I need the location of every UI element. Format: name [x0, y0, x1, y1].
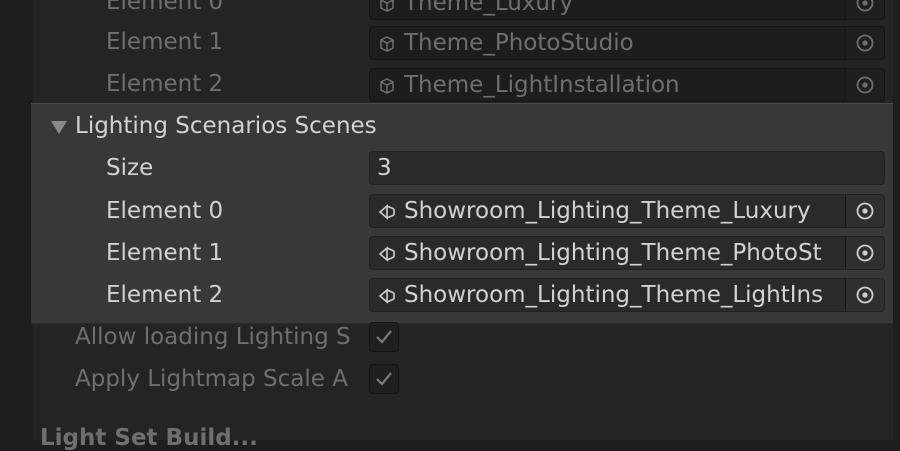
cube-icon: [380, 0, 394, 12]
target-icon: [856, 0, 874, 12]
checkmark-icon: [376, 330, 392, 344]
apply-lightmap-label: Apply Lightmap Scale A: [75, 366, 348, 392]
target-icon: [856, 76, 874, 94]
foldout-arrow-icon[interactable]: [50, 119, 68, 135]
scene-element-1-field[interactable]: Theme_PhotoStudio: [369, 26, 885, 60]
scene-element-2-value: Theme_LightInstallation: [404, 72, 680, 98]
scene-element-0-label: Element 0: [106, 0, 224, 15]
scene-element-0-value: Theme_Luxury: [404, 0, 574, 16]
object-picker-button[interactable]: [845, 237, 884, 269]
unity-scene-icon: [378, 246, 395, 262]
size-input[interactable]: 3: [369, 151, 885, 185]
size-label: Size: [106, 155, 154, 181]
allow-loading-checkbox[interactable]: [369, 322, 399, 352]
object-picker-button[interactable]: [845, 0, 884, 19]
next-section-header[interactable]: Light Set Build...: [40, 425, 258, 451]
lighting-element-1-value: Showroom_Lighting_Theme_PhotoSt: [404, 240, 822, 266]
target-icon: [856, 34, 874, 52]
lighting-element-2-value: Showroom_Lighting_Theme_LightIns: [404, 282, 824, 308]
lighting-element-0-label: Element 0: [106, 198, 224, 224]
target-icon: [856, 286, 874, 304]
allow-loading-label: Allow loading Lighting S: [75, 324, 351, 350]
scene-element-2-field[interactable]: Theme_LightInstallation: [369, 68, 885, 102]
scene-element-1-value: Theme_PhotoStudio: [404, 30, 634, 56]
apply-lightmap-checkbox[interactable]: [369, 364, 399, 394]
cube-icon: [380, 36, 394, 52]
object-picker-button[interactable]: [845, 279, 884, 311]
scene-element-2-label: Element 2: [106, 71, 224, 97]
lighting-element-2-label: Element 2: [106, 282, 224, 308]
scene-element-0-field[interactable]: Theme_Luxury: [369, 0, 885, 20]
object-picker-button[interactable]: [845, 69, 884, 101]
object-picker-button[interactable]: [845, 27, 884, 59]
target-icon: [856, 244, 874, 262]
lighting-element-2-field[interactable]: Showroom_Lighting_Theme_LightIns: [369, 278, 885, 312]
object-picker-button[interactable]: [845, 195, 884, 227]
lighting-element-0-value: Showroom_Lighting_Theme_Luxury: [404, 198, 811, 224]
lighting-element-1-field[interactable]: Showroom_Lighting_Theme_PhotoSt: [369, 236, 885, 270]
lighting-scenarios-title[interactable]: Lighting Scenarios Scenes: [75, 107, 377, 145]
cube-icon: [380, 78, 394, 94]
lighting-element-0-field[interactable]: Showroom_Lighting_Theme_Luxury: [369, 194, 885, 228]
target-icon: [856, 202, 874, 220]
unity-scene-icon: [378, 204, 395, 220]
size-value: 3: [377, 155, 392, 181]
scene-element-1-label: Element 1: [106, 29, 224, 55]
unity-scene-icon: [378, 288, 395, 304]
checkmark-icon: [376, 372, 392, 386]
lighting-element-1-label: Element 1: [106, 240, 224, 266]
